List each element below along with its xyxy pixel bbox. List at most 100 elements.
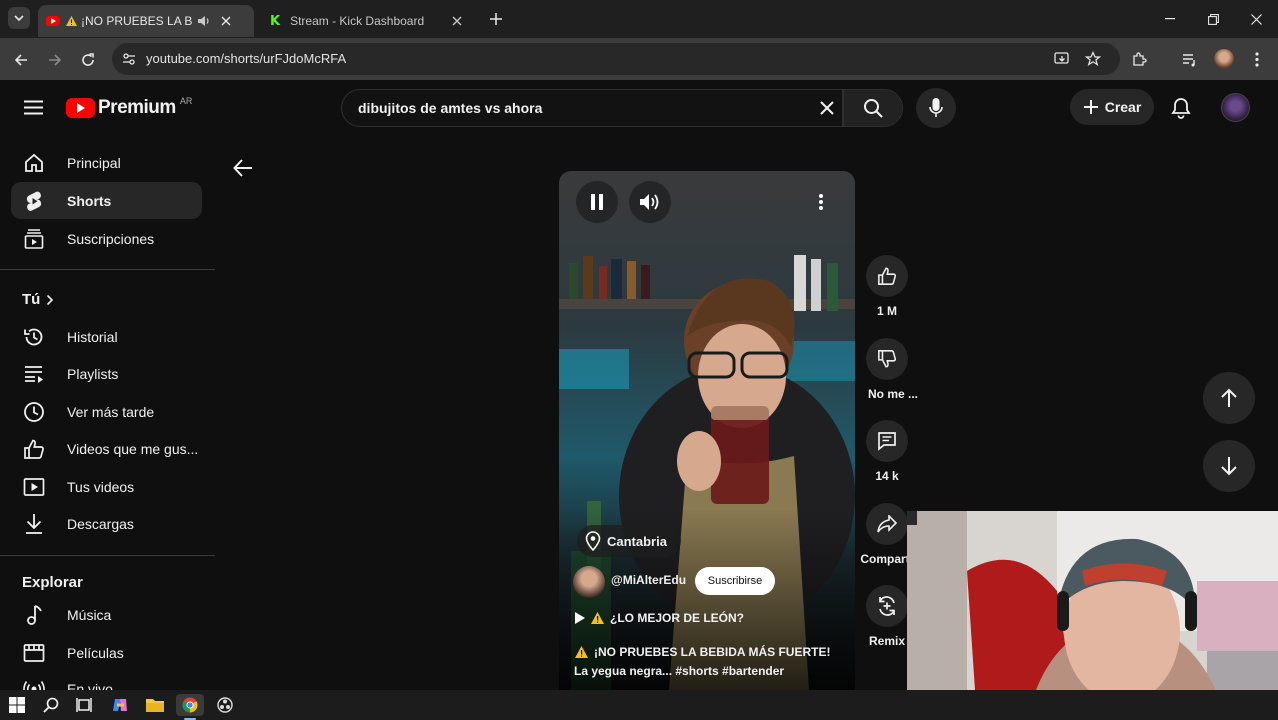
arrow-up-icon [1221, 388, 1237, 407]
sidebar-item-label: Shorts [67, 192, 112, 209]
comments-button[interactable] [866, 420, 908, 462]
taskbar-chrome[interactable] [176, 694, 204, 716]
search-input[interactable]: dibujitos de amtes vs ahora [358, 100, 542, 116]
new-tab-button[interactable] [486, 9, 506, 29]
taskbar-app[interactable] [214, 694, 236, 716]
media-control-icon[interactable] [1181, 51, 1198, 68]
sidebar-item-ver-mas-tarde[interactable]: Ver más tarde [11, 393, 202, 430]
share-button[interactable] [866, 503, 908, 545]
windows-logo-icon [9, 697, 25, 713]
music-icon [22, 603, 46, 627]
create-button[interactable]: Crear [1070, 89, 1154, 125]
sidebar-item-label: Descargas [67, 515, 134, 532]
taskbar-file-explorer[interactable] [144, 694, 166, 716]
sidebar-item-liked-videos[interactable]: Videos que me gus... [11, 430, 202, 467]
plus-icon [1083, 100, 1098, 114]
sidebar-item-peliculas[interactable]: Películas [11, 634, 202, 671]
site-info-icon[interactable] [122, 52, 136, 66]
next-short-button[interactable] [1203, 440, 1255, 492]
search-icon [43, 697, 59, 713]
audio-playing-icon[interactable] [197, 15, 211, 27]
back-arrow-icon[interactable] [233, 158, 253, 178]
taskbar-copilot[interactable] [109, 694, 131, 716]
volume-button[interactable] [629, 181, 671, 223]
sidebar-item-principal[interactable]: Principal [11, 144, 202, 181]
dislike-button[interactable] [866, 338, 908, 380]
more-options-icon[interactable] [818, 193, 824, 211]
you-section-header[interactable]: Tú [22, 291, 54, 308]
pause-button[interactable] [576, 181, 618, 223]
close-icon [1250, 13, 1262, 25]
search-button[interactable] [843, 89, 903, 127]
microphone-icon [929, 98, 943, 117]
tab-kick[interactable]: K Stream - Kick Dashboard [262, 5, 476, 37]
region-code: AR [179, 96, 193, 106]
back-button[interactable] [8, 47, 34, 73]
close-tab-icon[interactable] [452, 16, 462, 26]
like-button[interactable] [866, 255, 908, 297]
search-box[interactable]: dibujitos de amtes vs ahora [341, 89, 843, 127]
chevron-right-icon [47, 294, 54, 305]
tab-title: Stream - Kick Dashboard [290, 14, 425, 28]
sidebar-item-musica[interactable]: Música [11, 596, 202, 633]
sidebar-item-shorts[interactable]: Shorts [11, 182, 202, 219]
menu-icon[interactable] [24, 100, 43, 115]
warning-icon [66, 16, 77, 26]
forward-button[interactable] [42, 47, 68, 73]
minimize-button[interactable] [1148, 0, 1192, 38]
account-avatar[interactable] [1221, 93, 1250, 122]
subscribe-button[interactable]: Suscribirse [695, 567, 775, 595]
youtube-premium-logo[interactable]: Premium AR [66, 96, 193, 119]
sidebar-item-label: Playlists [67, 365, 119, 382]
address-bar[interactable]: youtube.com/shorts/urFJdoMcRFA [112, 43, 1120, 75]
remix-icon [879, 596, 895, 616]
close-window-button[interactable] [1234, 0, 1278, 38]
playlist-link[interactable]: ¿LO MEJOR DE LEÓN? [575, 611, 744, 625]
create-label: Crear [1104, 99, 1142, 115]
tab-search-button[interactable] [8, 7, 30, 29]
shorts-icon [22, 189, 46, 213]
sidebar-item-suscripciones[interactable]: Suscripciones [11, 220, 202, 257]
tab-youtube[interactable]: ¡NO PRUEBES LA BEBIDA [38, 5, 254, 37]
warning-icon [591, 612, 604, 624]
notifications-bell-icon[interactable] [1171, 97, 1191, 119]
channel-name[interactable]: @MiAlterEdu [611, 573, 686, 587]
clear-search-icon[interactable] [820, 101, 834, 115]
youtube-favicon-icon [46, 16, 60, 26]
sidebar-item-label: Suscripciones [67, 230, 155, 247]
voice-search-button[interactable] [916, 88, 956, 128]
sidebar-item-historial[interactable]: Historial [11, 318, 202, 355]
url-text[interactable]: youtube.com/shorts/urFJdoMcRFA [146, 51, 346, 66]
bookmark-star-icon[interactable] [1085, 51, 1101, 67]
previous-short-button[interactable] [1203, 372, 1255, 424]
reload-button[interactable] [75, 47, 101, 73]
downloads-icon [22, 512, 46, 536]
more-vert-icon[interactable] [1254, 51, 1260, 68]
sidebar-item-descargas[interactable]: Descargas [11, 505, 202, 542]
start-button[interactable] [6, 694, 28, 716]
short-video-player[interactable]: Cantabria @MiAlterEdu Suscribirse ¿LO ME… [559, 171, 855, 690]
folder-icon [146, 699, 164, 712]
close-tab-icon[interactable] [221, 16, 231, 26]
comment-count: 14 k [875, 469, 899, 483]
restore-button[interactable] [1191, 0, 1235, 38]
install-app-icon[interactable] [1054, 51, 1070, 67]
profile-avatar[interactable] [1214, 49, 1234, 69]
sidebar-item-tus-videos[interactable]: Tus videos [11, 468, 202, 505]
channel-avatar[interactable] [573, 566, 605, 598]
video-description[interactable]: La yegua negra... #shorts #bartender [574, 664, 784, 678]
sidebar-item-en-vivo[interactable]: En vivo [11, 671, 202, 690]
remix-button[interactable] [866, 585, 908, 627]
thumbs-up-icon [878, 267, 897, 285]
your-videos-icon [22, 475, 46, 499]
taskbar-search-button[interactable] [40, 694, 62, 716]
sidebar-item-playlists[interactable]: Playlists [11, 355, 202, 392]
extensions-icon[interactable] [1131, 51, 1148, 68]
location-chip[interactable]: Cantabria [577, 525, 681, 557]
task-view-button[interactable] [73, 694, 95, 716]
subscriptions-icon [22, 227, 46, 251]
browser-tab-strip: ¡NO PRUEBES LA BEBIDA K Stream - Kick Da… [0, 0, 1278, 38]
playlist-title: ¿LO MEJOR DE LEÓN? [610, 611, 745, 625]
watch-later-icon [22, 400, 46, 424]
history-icon [22, 325, 46, 349]
